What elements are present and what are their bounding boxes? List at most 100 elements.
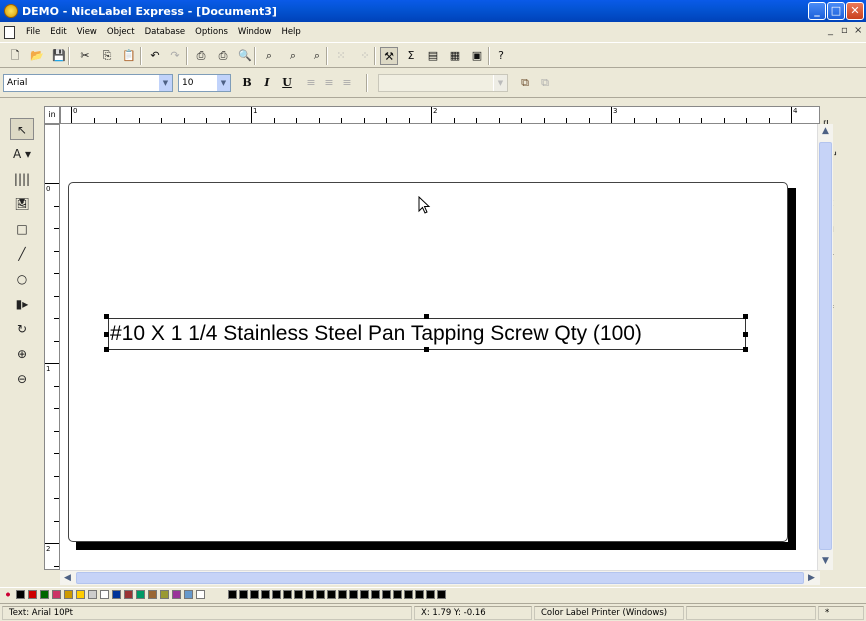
menu-window[interactable]: Window [233, 27, 277, 37]
color-swatch[interactable] [426, 590, 435, 599]
scroll-up-icon[interactable]: ▲ [818, 124, 833, 139]
line-tool-button[interactable]: ╱ [10, 243, 34, 265]
color-swatch[interactable] [283, 590, 292, 599]
align-left-button[interactable]: ≡ [302, 74, 320, 92]
label-text-object[interactable]: #10 X 1 1/4 Stainless Steel Pan Tapping … [108, 318, 746, 350]
color-swatch[interactable] [294, 590, 303, 599]
variables-button[interactable]: Σ [402, 47, 420, 65]
open-button[interactable]: 📂 [28, 47, 46, 65]
selection-handle[interactable] [743, 347, 748, 352]
rectangle-tool-button[interactable]: □ [10, 218, 34, 240]
color-swatch[interactable] [272, 590, 281, 599]
database-button[interactable]: ▤ [424, 47, 442, 65]
text-tool-button[interactable]: A ▾ [10, 143, 34, 165]
ruler-unit[interactable]: in [44, 106, 60, 124]
inverse-tool-button[interactable]: ▮▸ [10, 293, 34, 315]
chevron-down-icon[interactable]: ▼ [158, 75, 172, 91]
barcode-tool-button[interactable]: |||| ▾ [10, 168, 34, 208]
bring-front-button[interactable]: ⧉ [516, 74, 534, 92]
label-setup-button[interactable]: ▣ [468, 47, 486, 65]
menu-options[interactable]: Options [190, 27, 233, 37]
color-swatch[interactable] [360, 590, 369, 599]
color-swatch[interactable] [261, 590, 270, 599]
snap-button[interactable]: ⁘ [356, 47, 374, 65]
color-swatch[interactable] [40, 590, 49, 599]
align-center-button[interactable]: ≡ [320, 74, 338, 92]
color-swatch[interactable] [112, 590, 121, 599]
close-button[interactable]: ✕ [846, 2, 864, 20]
color-swatch[interactable] [415, 590, 424, 599]
color-swatch[interactable] [124, 590, 133, 599]
menu-object[interactable]: Object [102, 27, 140, 37]
label-area[interactable] [68, 182, 788, 542]
zoom-in-button[interactable]: ⌕ [284, 47, 302, 65]
select-tool-button[interactable]: ↖ [10, 118, 34, 140]
color-swatch[interactable] [196, 590, 205, 599]
horizontal-scroll-thumb[interactable] [76, 572, 804, 584]
color-swatch[interactable] [338, 590, 347, 599]
vertical-scroll-thumb[interactable] [819, 142, 832, 550]
send-back-button[interactable]: ⧉ [536, 74, 554, 92]
color-swatch[interactable] [100, 590, 109, 599]
color-swatch[interactable] [371, 590, 380, 599]
ellipse-tool-button[interactable]: ○ [10, 268, 34, 290]
document-icon[interactable] [4, 25, 15, 39]
font-name-combo[interactable]: Arial ▼ [3, 74, 173, 92]
underline-button[interactable]: U [278, 74, 296, 92]
color-swatch[interactable] [228, 590, 237, 599]
redo-button[interactable]: ↷ [166, 47, 184, 65]
minimize-button[interactable]: _ [808, 2, 826, 20]
doc-close-button[interactable]: × [854, 25, 862, 36]
zoom-page-button[interactable]: ⌕ [260, 47, 278, 65]
zoom-out-button[interactable]: ⌕ [308, 47, 326, 65]
menu-view[interactable]: View [72, 27, 102, 37]
menu-edit[interactable]: Edit [45, 27, 71, 37]
color-swatch[interactable] [172, 590, 181, 599]
bold-button[interactable]: B [238, 74, 256, 92]
color-swatch[interactable] [136, 590, 145, 599]
color-swatch[interactable] [52, 590, 61, 599]
help-button[interactable]: ? [492, 47, 510, 65]
color-swatch[interactable] [349, 590, 358, 599]
selection-handle[interactable] [743, 314, 748, 319]
undo-button[interactable]: ↶ [146, 47, 164, 65]
chevron-down-icon[interactable]: ▼ [216, 75, 230, 91]
color-swatch[interactable] [88, 590, 97, 599]
color-swatch[interactable] [250, 590, 259, 599]
color-swatch[interactable] [327, 590, 336, 599]
color-swatch[interactable] [239, 590, 248, 599]
color-swatch[interactable] [76, 590, 85, 599]
menu-file[interactable]: File [21, 27, 45, 37]
italic-button[interactable]: I [258, 74, 276, 92]
properties-button[interactable]: ⚒ [380, 47, 398, 65]
save-button[interactable]: 💾 [50, 47, 68, 65]
align-right-button[interactable]: ≡ [338, 74, 356, 92]
scroll-down-icon[interactable]: ▼ [818, 554, 833, 569]
color-swatch[interactable] [382, 590, 391, 599]
color-swatch[interactable] [437, 590, 446, 599]
copy-button[interactable]: ⎘ [98, 47, 116, 65]
print-direct-button[interactable]: ⎙ [214, 47, 232, 65]
selection-handle[interactable] [104, 314, 109, 319]
print-preview-button[interactable]: 🔍 [236, 47, 254, 65]
color-swatch[interactable] [148, 590, 157, 599]
color-swatch[interactable] [64, 590, 73, 599]
print-button[interactable]: ⎙ [192, 47, 210, 65]
menu-database[interactable]: Database [140, 27, 191, 37]
vertical-scrollbar[interactable]: ▲ ▼ [817, 124, 833, 570]
selection-handle[interactable] [104, 332, 109, 337]
scroll-right-icon[interactable]: ▶ [804, 571, 819, 586]
color-swatch[interactable] [305, 590, 314, 599]
functions-button[interactable]: ▦ [446, 47, 464, 65]
picture-tool-button[interactable]: 🖼 [10, 193, 34, 215]
menu-help[interactable]: Help [276, 27, 305, 37]
paste-button[interactable]: 📋 [120, 47, 138, 65]
scroll-left-icon[interactable]: ◀ [60, 571, 75, 586]
style-combo[interactable]: ▼ [378, 74, 508, 92]
rotate-tool-button[interactable]: ↻ [10, 318, 34, 340]
horizontal-scrollbar[interactable]: ◀ ▶ [60, 570, 820, 585]
selection-handle[interactable] [424, 314, 429, 319]
grid-button[interactable]: ⁙ [332, 47, 350, 65]
color-swatch[interactable] [404, 590, 413, 599]
cut-button[interactable]: ✂ [76, 47, 94, 65]
